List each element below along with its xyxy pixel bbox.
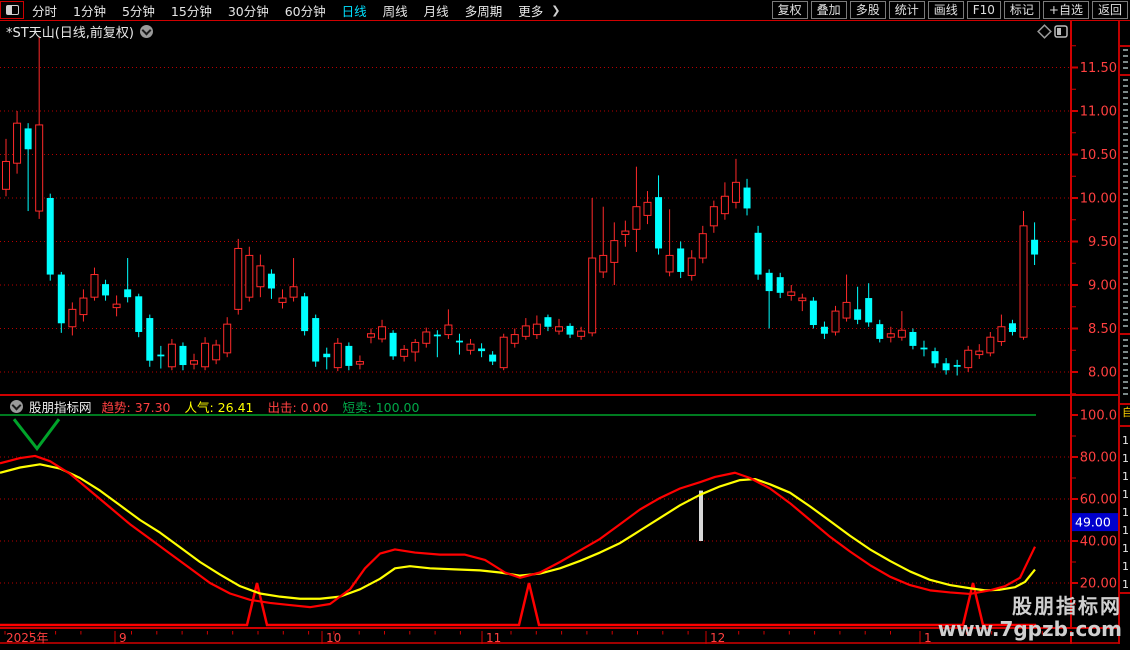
strip-tab-label[interactable]: 自 [1122, 407, 1130, 419]
clipped-glyphs [1123, 49, 1128, 69]
clipped-glyphs [1123, 339, 1128, 399]
price-label: 10.50 [1080, 148, 1117, 163]
indicator-name: 股朋指标网 [29, 400, 92, 415]
period-item-6[interactable]: 60分钟 [277, 1, 334, 20]
tool-button-统计[interactable]: 统计 [888, 1, 925, 19]
indicator-axis-label: 80.00 [1080, 451, 1117, 466]
period-menu: 分时 1分钟 5分钟 15分钟 30分钟 60分钟 日线 周线 月线 多周期 更多 [24, 0, 551, 20]
clipped-quote-digit: 1 [1122, 578, 1129, 591]
period-item-5[interactable]: 30分钟 [220, 1, 277, 20]
period-item-7[interactable]: 日线 [334, 1, 375, 20]
price-label: 10.00 [1080, 192, 1117, 207]
right-edge-panel[interactable]: 自 1 1 1 1 1 1 1 1 1 [1118, 21, 1130, 644]
period-item-1[interactable]: 分时 [24, 1, 65, 20]
price-label: 9.00 [1088, 279, 1117, 294]
chuji-pulse-line [0, 582, 1036, 627]
price-label: 9.50 [1088, 235, 1117, 250]
tool-button-F10[interactable]: F10 [966, 1, 1001, 19]
chevron-down-icon[interactable] [10, 400, 23, 413]
month-label: 10 [326, 631, 341, 644]
period-item-11[interactable]: 更多 [510, 1, 551, 20]
clipped-quote-digit: 1 [1122, 506, 1129, 519]
clipped-quote-digit: 1 [1122, 434, 1129, 447]
tool-button-+自选[interactable]: +自选 [1042, 1, 1089, 19]
strip-separator [1120, 333, 1130, 335]
price-label: 11.50 [1080, 61, 1117, 76]
indicator-axis-label: 100.0 [1080, 409, 1117, 424]
tool-button-标记[interactable]: 标记 [1003, 1, 1040, 19]
tool-button-返回[interactable]: 返回 [1091, 1, 1128, 19]
strip-separator [1120, 45, 1130, 47]
indicator-field-出击: 出击: 0.00 [267, 400, 329, 415]
indicator-chart[interactable]: 100.0 80.00 60.00 40.00 20.00 49.00 [0, 396, 1130, 627]
green-v-marker [12, 418, 61, 452]
clipped-glyphs [1123, 79, 1128, 327]
top-toolbar: 分时 1分钟 5分钟 15分钟 30分钟 60分钟 日线 周线 月线 多周期 更多 ❯ 复权 叠加 多股… [0, 0, 1130, 21]
strip-separator [1120, 403, 1130, 405]
watermark-url: www.7gpzb.com [937, 617, 1122, 641]
strip-separator [1120, 74, 1130, 76]
indicator-field-短卖: 短卖: 100.00 [342, 400, 420, 415]
indicator-gridlines [0, 456, 1069, 584]
clipped-quote-digit: 1 [1122, 452, 1129, 465]
indicator-axis: 100.0 80.00 60.00 40.00 20.00 49.00 [1070, 396, 1118, 627]
tool-button-group: 复权 叠加 多股 统计 画线 F10 标记 +自选 返回 [769, 0, 1130, 20]
period-item-9[interactable]: 月线 [416, 1, 457, 20]
watermark: 股朋指标网 www.7gpzb.com [938, 595, 1122, 641]
bottom-strip [0, 644, 1130, 650]
split-panel-icon-fill [1057, 28, 1061, 35]
month-label: 1 [924, 631, 932, 644]
clipped-quote-digit: 1 [1122, 560, 1129, 573]
chevron-down-icon[interactable] [139, 25, 153, 38]
value-box-text: 49.00 [1075, 515, 1111, 530]
price-label: 11.00 [1080, 105, 1117, 120]
indicator-axis-label: 40.00 [1080, 535, 1117, 550]
month-label: 12 [710, 631, 725, 644]
strip-separator [1120, 425, 1130, 427]
indicator-header: 股朋指标网 趋势: 37.30 人气: 26.41 出击: 0.00 短卖: 100.… [4, 397, 433, 416]
period-item-10[interactable]: 多周期 [457, 1, 511, 20]
period-item-3[interactable]: 5分钟 [114, 1, 163, 20]
clipped-quote-digit: 1 [1122, 470, 1129, 483]
month-label: 9 [119, 631, 127, 644]
trading-app-window: 分时 1分钟 5分钟 15分钟 30分钟 60分钟 日线 周线 月线 多周期 更多 ❯ 复权 叠加 多股… [0, 0, 1130, 650]
split-panel-icon [5, 5, 19, 15]
tool-button-多股[interactable]: 多股 [849, 1, 886, 19]
indicator-field-人气: 人气: 26.41 [184, 400, 254, 415]
period-item-4[interactable]: 15分钟 [163, 1, 220, 20]
period-item-2[interactable]: 1分钟 [65, 1, 114, 20]
price-axis: 11.50 11.00 10.50 10.00 9.50 9.00 8.50 8.00 [1070, 21, 1117, 394]
price-label: 8.00 [1088, 366, 1117, 381]
month-label: 11 [486, 631, 501, 644]
title-row: *ST天山(日线,前复权) [6, 22, 153, 41]
indicator-axis-label: 60.00 [1080, 493, 1117, 508]
stock-title: *ST天山(日线,前复权) [6, 26, 134, 41]
period-item-8[interactable]: 周线 [375, 1, 416, 20]
candlestick-chart[interactable]: 11.50 11.00 10.50 10.00 9.50 9.00 8.50 8.00 [0, 21, 1130, 394]
candlestick-series [2, 37, 1039, 376]
trend-red-line [0, 454, 1036, 609]
renqi-yellow-line [0, 463, 1036, 600]
tool-button-画线[interactable]: 画线 [927, 1, 964, 19]
tool-button-叠加[interactable]: 叠加 [810, 1, 847, 19]
chart-corner-icons [1037, 24, 1068, 39]
year-label: 2025年 [6, 631, 49, 644]
price-label: 8.50 [1088, 322, 1117, 337]
indicator-field-趋势: 趋势: 37.30 [101, 400, 171, 415]
layout-toggle-button[interactable] [0, 1, 24, 19]
clipped-quote-digit: 1 [1122, 524, 1129, 537]
watermark-site-name: 股朋指标网 [1012, 594, 1122, 618]
clipped-quote-digit: 1 [1122, 488, 1129, 501]
diamond-icon[interactable] [1037, 24, 1052, 39]
chevron-right-icon[interactable]: ❯ [551, 4, 564, 17]
tool-button-复权[interactable]: 复权 [771, 1, 808, 19]
clipped-quote-digit: 1 [1122, 542, 1129, 555]
indicator-axis-label: 20.00 [1080, 577, 1117, 592]
